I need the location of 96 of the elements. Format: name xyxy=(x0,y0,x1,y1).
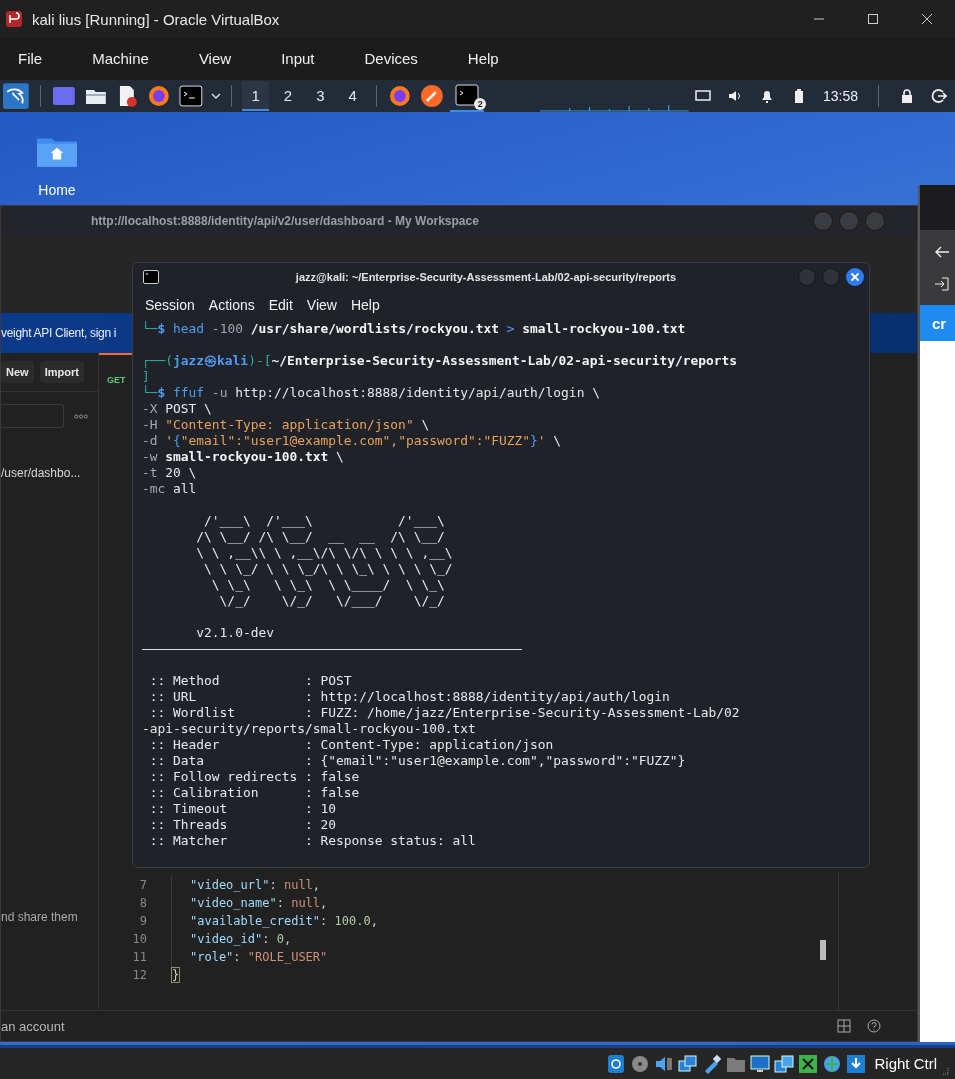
menu-item[interactable]: View xyxy=(298,295,345,315)
clock: 13:58 xyxy=(822,88,858,104)
back-arrow-icon[interactable] xyxy=(934,244,950,260)
speaker-icon[interactable] xyxy=(726,88,743,104)
network-icon xyxy=(678,1053,699,1074)
display-icon xyxy=(750,1053,771,1074)
terminal-icon[interactable] xyxy=(178,84,203,108)
window-title: kali lius [Running] - Oracle VirtualBox xyxy=(32,10,280,28)
ascii-art-line: /\ \__/ /\ \__/ __ __ /\ \__/ xyxy=(195,529,446,545)
menu-item[interactable]: Devices xyxy=(354,45,428,71)
ascii-art-line: \ \ ,__\\ \ ,__\/\ \/\ \ \ \ ,__\ xyxy=(195,545,454,561)
terminal-line: ] xyxy=(142,369,151,385)
terminal-line: v2.1.0-dev xyxy=(195,625,275,641)
workspace-tab[interactable]: 4 xyxy=(339,81,366,111)
network-icon[interactable] xyxy=(694,88,711,104)
workspace-tab[interactable]: 3 xyxy=(307,81,334,111)
request-tab[interactable]: GET xyxy=(107,375,126,385)
toolbar-button[interactable]: New xyxy=(1,361,34,383)
maximize-icon[interactable] xyxy=(867,13,879,25)
more-icon[interactable] xyxy=(74,413,88,419)
terminal-line: :: URL : http://localhost:8888/identity/api/auth/login xyxy=(148,689,671,705)
terminal-line: -X POST \ xyxy=(142,401,213,417)
promo-text: nd share them xyxy=(1,910,79,924)
menu-item[interactable]: File xyxy=(8,45,53,71)
menu-item[interactable]: Help xyxy=(342,295,388,315)
window-title: http://localhost:8888/identity/api/v2/user/dashboard - My Workspace xyxy=(91,214,479,228)
banner-text: veight API Client, sign i xyxy=(1,326,117,340)
code-line: "video_name": null, xyxy=(171,894,328,912)
line-number: 7 xyxy=(138,878,147,892)
menu-item[interactable]: Session xyxy=(137,295,203,315)
terminal-line: :: Threads : 20 xyxy=(148,817,338,833)
resize-grip-icon xyxy=(941,1067,949,1075)
terminal-line: -w small-rockyou-100.txt \ xyxy=(142,449,345,465)
sign-in-icon[interactable] xyxy=(934,276,950,292)
menu-item[interactable]: Input xyxy=(271,45,325,71)
terminal-icon xyxy=(143,270,159,284)
line-number: 10 xyxy=(131,932,147,946)
line-number: 8 xyxy=(138,896,147,910)
scrollbar-thumb[interactable] xyxy=(820,940,826,960)
code-line: "role": "ROLE_USER" xyxy=(171,948,328,966)
title-bar xyxy=(920,185,955,230)
terminal-line: -api-security/reports/small-rockyou-100.txt xyxy=(142,721,477,737)
optical-disc-icon xyxy=(630,1053,651,1074)
layout-icon[interactable] xyxy=(837,1019,851,1033)
window-title: jazz@kali: ~/Enterprise-Security-Assessment-Lab/02-api-security/reports xyxy=(294,271,678,283)
terminal-line: :: Follow redirects : false xyxy=(148,769,361,785)
code-line: } xyxy=(171,966,190,984)
terminal-line: └─$ head -100 /usr/share/wordlists/rockyou.txt > small-rockyou-100.txt xyxy=(142,321,687,337)
ascii-art-line: /'___\ /'___\ /'___\ xyxy=(203,513,446,529)
windows-icon xyxy=(774,1053,795,1074)
terminal-line: :: Method : POST xyxy=(148,673,353,689)
terminal-line: -mc all xyxy=(142,481,198,497)
window-count-badge: 2 xyxy=(474,98,487,110)
menu-item[interactable]: Edit xyxy=(260,295,301,315)
logout-icon[interactable] xyxy=(931,88,947,104)
toolbar-button[interactable]: Import xyxy=(39,361,84,383)
line-number: 11 xyxy=(131,950,147,964)
menu-item[interactable]: Machine xyxy=(82,45,159,71)
terminal-line: └─$ ffuf -u http://localhost:8888/identity/api/auth/login \ xyxy=(142,385,601,401)
collection-item[interactable]: /user/dashbo... xyxy=(1,466,98,480)
code-line: "video_url": null, xyxy=(171,876,321,894)
terminal-line: ┌──(jazz㉿kali)-[~/Enterprise-Security-Assessment-Lab/02-api-security/reports xyxy=(142,353,739,369)
workspace-tab[interactable]: 1 xyxy=(242,81,269,111)
desktop-icon-label[interactable]: Home xyxy=(38,182,76,198)
menu-item[interactable]: View xyxy=(188,45,242,71)
menu-item[interactable]: Actions xyxy=(200,295,263,315)
ascii-art-line: \ \_\ \ \_\ \ \____/ \ \_\ xyxy=(210,577,446,593)
terminal-line: :: Data : {"email":"user1@example.com","password":"FUZZ"} xyxy=(148,753,687,769)
footer-text: an account xyxy=(1,1018,65,1034)
brand-text: cr xyxy=(932,314,947,332)
code-line: "video_id": 0, xyxy=(171,930,292,948)
terminal-line: :: Header : Content-Type: application/json xyxy=(148,737,555,753)
virtualbox-logo-icon xyxy=(6,11,22,27)
desktop-icon[interactable] xyxy=(51,84,76,108)
workspace-tab[interactable]: 2 xyxy=(274,81,302,111)
pen-icon[interactable] xyxy=(419,84,444,108)
line-number: 9 xyxy=(138,914,147,928)
terminal-line: -t 20 \ xyxy=(142,465,198,481)
line-number: 12 xyxy=(131,968,147,982)
chevron-down-icon[interactable] xyxy=(209,90,222,102)
help-icon[interactable] xyxy=(867,1019,881,1033)
terminal-line: :: Wordlist : FUZZ: /home/jazz/Enterprise-Security-Assessment-Lab/02 xyxy=(148,705,741,721)
search-field[interactable] xyxy=(1,404,64,428)
lock-icon[interactable] xyxy=(899,88,915,104)
ascii-art-line: \/_/ \/_/ \/___/ \/_/ xyxy=(218,593,446,609)
close-icon[interactable] xyxy=(921,13,933,25)
terminal-line: :: Matcher : Response status: all xyxy=(148,833,477,849)
close-icon[interactable] xyxy=(846,268,864,286)
terminal-line: -H "Content-Type: application/json" \ xyxy=(142,417,431,433)
ascii-art-line: \ \ \_/ \ \ \_/\ \ \_\ \ \ \ \_/ xyxy=(203,561,454,577)
menu-item[interactable]: Help xyxy=(457,45,509,71)
code-line: "available_credit": 100.0, xyxy=(171,912,378,930)
terminal-line: -d '{"email":"user1@example.com","password":"FUZZ"}' \ xyxy=(142,433,563,449)
terminal-line: :: Timeout : 10 xyxy=(148,801,338,817)
host-key-label: Right Ctrl xyxy=(874,1055,937,1072)
terminal-line: :: Calibration : false xyxy=(148,785,361,801)
